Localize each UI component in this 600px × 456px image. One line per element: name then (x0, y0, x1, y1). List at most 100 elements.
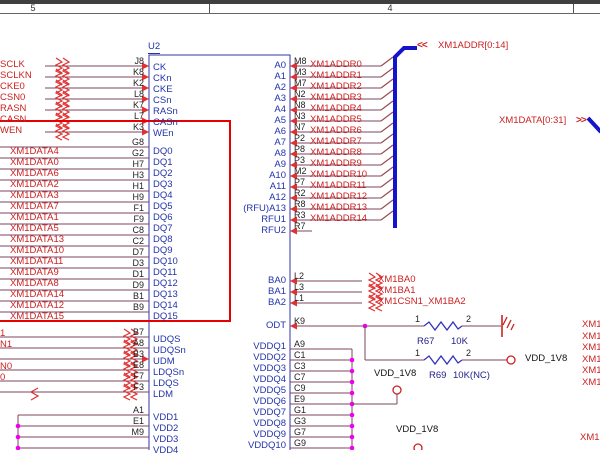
resistor-refdes[interactable]: R67 (417, 337, 434, 347)
net-label[interactable]: XM1ADDR2 (310, 82, 362, 92)
pin-number: F3 (118, 382, 144, 392)
data-bus[interactable] (588, 118, 600, 132)
net-label[interactable]: XM1ADDR3 (310, 93, 362, 103)
power-symbol[interactable] (414, 444, 422, 450)
net-label[interactable]: XM1CSN1_XM1BA2 (378, 297, 466, 307)
net-label[interactable]: XM1ADDR1 (310, 71, 362, 81)
pin-name: A0 (226, 61, 286, 71)
resistor-value[interactable]: 10K(NC) (453, 371, 490, 381)
address-bus-label[interactable]: XM1ADDR[0:14] (438, 41, 508, 51)
net-label[interactable]: WEN (0, 126, 22, 136)
junction-dot (350, 369, 355, 374)
pin-number: P7 (294, 177, 305, 187)
pin-number: C3 (294, 361, 306, 371)
net-label[interactable]: XM1ADDR5 (310, 115, 362, 125)
pin-name: DQ8 (153, 235, 173, 245)
net-label-clipped[interactable]: XM1 (582, 378, 600, 388)
resistor-R67[interactable] (424, 322, 462, 330)
junction-dot (350, 380, 355, 385)
net-label[interactable]: CKE0 (0, 82, 25, 92)
net-label-clipped[interactable]: XM1 (582, 343, 600, 353)
net-label[interactable]: CSN0 (0, 93, 25, 103)
net-label[interactable]: XM1DATA3 (10, 191, 59, 201)
pin-number: N8 (294, 100, 306, 110)
net-label[interactable]: XM1DATA7 (10, 202, 59, 212)
bus-entry (381, 57, 393, 66)
net-label[interactable]: XM1DATA1 (10, 213, 59, 223)
net-label[interactable]: XM1BA0 (378, 275, 416, 285)
net-label[interactable]: XM1DATA9 (10, 268, 59, 278)
net-label[interactable]: XM1ADDR8 (310, 148, 362, 158)
net-label[interactable]: N1 (0, 340, 12, 350)
net-label[interactable]: XM1ADDR9 (310, 159, 362, 169)
net-label[interactable]: XM1ADDR10 (310, 170, 367, 180)
address-bus[interactable] (395, 48, 417, 228)
pin-number: A1 (118, 405, 144, 415)
net-label[interactable]: XM1DATA2 (10, 180, 59, 190)
power-net-label[interactable]: VDD_1V8 (374, 369, 416, 379)
pin-name: BA0 (226, 276, 286, 286)
net-label-clipped[interactable]: XM1 (582, 332, 600, 342)
net-label[interactable]: SCLK (0, 60, 25, 70)
net-label[interactable]: 1 (0, 329, 5, 339)
bus-entry (381, 123, 393, 132)
net-label[interactable]: XM1ADDR14 (310, 214, 367, 224)
pin-name: A6 (226, 127, 286, 137)
net-label[interactable]: XM1ADDR4 (310, 104, 362, 114)
net-label[interactable]: XM1DATA4 (10, 147, 59, 157)
power-net-label[interactable]: VDD_1V8 (396, 425, 438, 435)
net-label[interactable]: XM1DATA12 (10, 301, 64, 311)
net-label[interactable]: XM1DATA5 (10, 224, 59, 234)
net-label[interactable]: XM1DATA8 (10, 279, 59, 289)
net-label[interactable]: XM1ADDR0 (310, 60, 362, 70)
net-label-clipped[interactable]: XM1 (580, 433, 600, 443)
resistor-refdes[interactable]: R69 (429, 371, 446, 381)
net-label[interactable]: N0 (0, 362, 12, 372)
resistor-R69[interactable] (424, 356, 462, 364)
net-label[interactable]: XM1ADDR6 (310, 126, 362, 136)
pin-name: RASn (153, 107, 178, 117)
net-label[interactable]: 0 (0, 373, 5, 383)
power-symbol[interactable] (507, 356, 515, 364)
net-label-clipped[interactable]: XM1 (582, 355, 600, 365)
chip-refdes[interactable]: U2 (148, 42, 160, 54)
net-label[interactable]: XM1DATA15 (10, 312, 64, 322)
pin-number: E8 (118, 360, 144, 370)
pin-number: B1 (118, 291, 144, 301)
pin-number: E1 (118, 416, 144, 426)
net-label[interactable]: XM1DATA10 (10, 246, 64, 256)
pin-name: BA2 (226, 298, 286, 308)
net-label[interactable]: CASN (0, 115, 26, 125)
pin-number: M2 (294, 166, 307, 176)
pin-number: C1 (294, 350, 306, 360)
pin-name: VDDQ4 (226, 375, 286, 385)
net-label[interactable]: XM1ADDR7 (310, 137, 362, 147)
junction-dot (350, 358, 355, 363)
net-label[interactable]: XM1DATA0 (10, 158, 59, 168)
pin-number: K7 (118, 100, 144, 110)
net-label[interactable]: XM1BA1 (378, 286, 416, 296)
power-symbol[interactable] (393, 386, 401, 394)
pin-number: N2 (294, 89, 306, 99)
net-label[interactable]: XM1DATA13 (10, 235, 64, 245)
pin-number: D3 (118, 258, 144, 268)
pin-name: UDQSn (153, 346, 186, 356)
net-label-clipped[interactable]: XM1 (582, 320, 600, 330)
net-label[interactable]: XM1DATA14 (10, 290, 64, 300)
net-label[interactable]: RASN (0, 104, 26, 114)
pin-number: G2 (118, 148, 144, 158)
data-bus-label[interactable]: XM1DATA[0:31] (499, 116, 566, 126)
pin-number: D1 (118, 269, 144, 279)
net-label[interactable]: SCLKN (0, 71, 32, 81)
net-label[interactable]: XM1DATA11 (10, 257, 63, 267)
power-net-label[interactable]: VDD_1V8 (525, 354, 567, 364)
net-label-clipped[interactable]: XM1 (582, 366, 600, 376)
resistor-value[interactable]: 10K (451, 337, 468, 347)
pin-number: F9 (118, 214, 144, 224)
net-label[interactable]: XM1DATA6 (10, 169, 59, 179)
net-label[interactable]: XM1ADDR12 (310, 192, 367, 202)
ground-icon (507, 320, 511, 328)
net-label[interactable]: XM1ADDR11 (310, 181, 366, 191)
pin-number: L2 (294, 271, 304, 281)
net-label[interactable]: XM1ADDR13 (310, 203, 367, 213)
